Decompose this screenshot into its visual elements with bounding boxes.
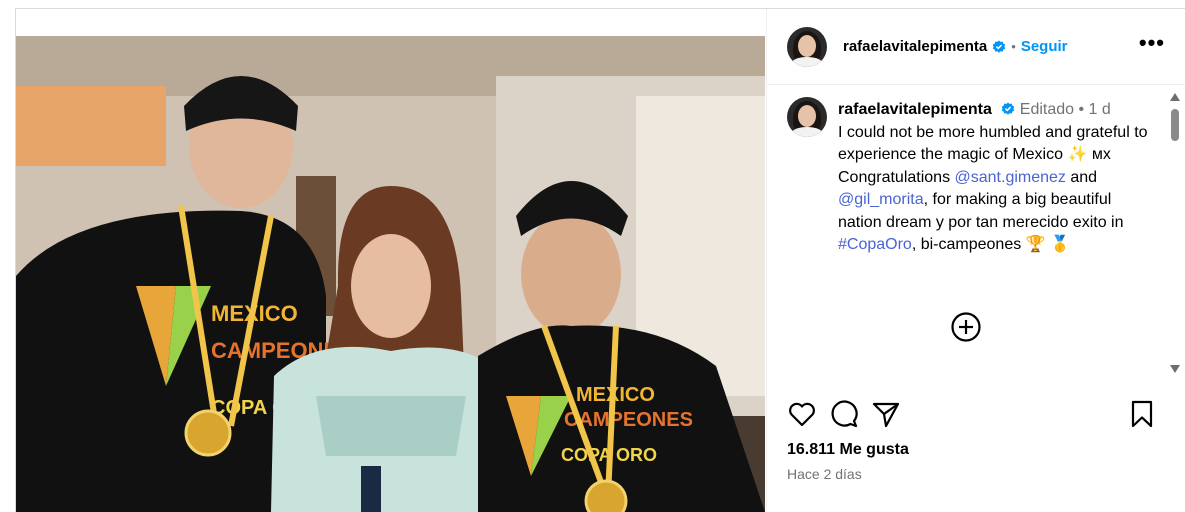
likes-count[interactable]: 16.811 Me gusta	[787, 441, 909, 459]
post-photo[interactable]: MEXICO CAMPEONES COPA ORO MEXICO CAMPEON…	[16, 36, 765, 512]
caption-area: rafaelavitalepimenta Editado • 1 d I cou…	[767, 85, 1185, 379]
caption-age[interactable]: 1 d	[1089, 101, 1111, 118]
separator-dot: •	[1078, 101, 1085, 118]
author-username[interactable]: rafaelavitalepimenta	[843, 38, 987, 55]
mention-link[interactable]: @sant.gimenez	[955, 169, 1066, 186]
follow-button[interactable]: Seguir	[1021, 38, 1068, 55]
scroll-down-icon[interactable]	[1170, 365, 1180, 373]
author-avatar[interactable]	[787, 26, 827, 67]
caption-text: rafaelavitalepimenta Editado • 1 d I cou…	[838, 99, 1158, 257]
caption-body: , bi-campeones 🏆 🥇	[911, 236, 1070, 253]
action-bar	[787, 397, 1165, 431]
caption-row: rafaelavitalepimenta Editado • 1 d I cou…	[787, 97, 1165, 257]
photo-illustration: MEXICO CAMPEONES COPA ORO MEXICO CAMPEON…	[16, 36, 765, 512]
post-timestamp[interactable]: Hace 2 días	[787, 466, 862, 482]
caption-avatar[interactable]	[787, 97, 827, 137]
share-icon[interactable]	[871, 399, 901, 429]
comment-icon[interactable]	[829, 399, 859, 429]
scroll-up-icon[interactable]	[1170, 93, 1180, 101]
caption-username[interactable]: rafaelavitalepimenta	[838, 101, 992, 118]
caption-body: and	[1065, 168, 1098, 186]
verified-badge-icon	[1002, 102, 1015, 115]
bookmark-icon[interactable]	[1127, 399, 1157, 429]
mention-link[interactable]: @gil_morita	[838, 191, 924, 208]
separator-dot: •	[1011, 39, 1016, 54]
add-comment-icon[interactable]	[950, 311, 982, 343]
heart-icon[interactable]	[787, 399, 817, 429]
post-sidebar: rafaelavitalepimenta • Seguir ••• rafael…	[766, 9, 1185, 512]
scrollbar-thumb[interactable]	[1171, 109, 1179, 141]
edited-label: Editado	[1019, 101, 1075, 118]
more-options-icon[interactable]: •••	[1139, 31, 1165, 62]
verified-badge-icon	[993, 40, 1006, 53]
post-header: rafaelavitalepimenta • Seguir •••	[767, 9, 1185, 85]
hashtag-link[interactable]: #CopaOro	[838, 236, 912, 253]
